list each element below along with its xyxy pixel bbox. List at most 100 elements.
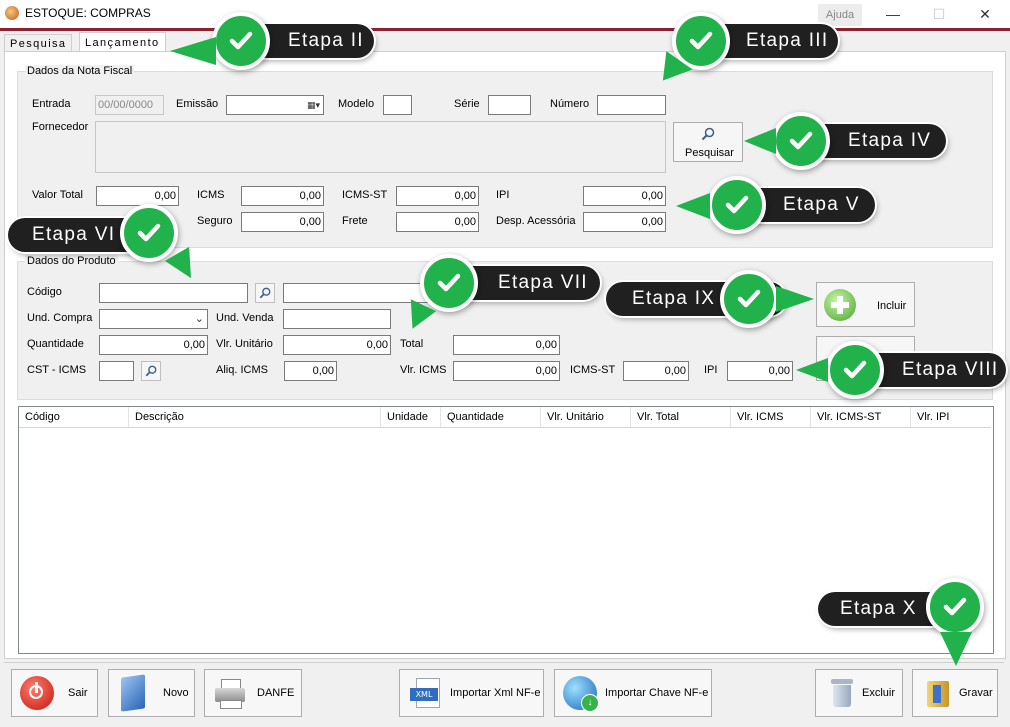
callout-pointer <box>676 193 710 219</box>
sair-button[interactable]: Sair <box>11 669 98 717</box>
emissao-date-picker[interactable]: ▦▾ <box>226 95 324 115</box>
col-quantidade[interactable]: Quantidade <box>441 407 541 427</box>
window-title: ESTOQUE: COMPRAS <box>25 6 151 20</box>
produto-ipi-label: IPI <box>704 364 718 376</box>
col-unidade[interactable]: Unidade <box>381 407 441 427</box>
produto-icms-st-label: ICMS-ST <box>570 364 616 376</box>
xml-file-icon: XML <box>408 676 442 710</box>
maximize-button: ☐ <box>932 5 946 22</box>
close-button[interactable]: ✕ <box>962 0 1008 28</box>
cst-icms-label: CST - ICMS <box>27 364 87 376</box>
seguro-field[interactable]: 0,00 <box>241 212 324 232</box>
desp-acessoria-field[interactable]: 0,00 <box>583 212 666 232</box>
total-field[interactable]: 0,00 <box>453 335 560 355</box>
gravar-label: Gravar <box>959 687 993 699</box>
ipi-label: IPI <box>496 189 510 201</box>
document-icon <box>121 674 145 712</box>
col-descricao[interactable]: Descrição <box>129 407 381 427</box>
und-compra-select[interactable]: ⌄ <box>99 309 208 329</box>
frete-field[interactable]: 0,00 <box>396 212 479 232</box>
vlr-icms-label: Vlr. ICMS <box>400 364 447 376</box>
tab-lancamento[interactable]: Lançamento <box>79 32 166 52</box>
trash-icon <box>824 676 858 710</box>
magnifier-icon <box>259 287 271 299</box>
folder-icon <box>921 676 955 710</box>
minimize-button[interactable]: — <box>870 0 916 28</box>
chevron-down-icon: ⌄ <box>194 313 204 325</box>
produto-icms-st-field[interactable]: 0,00 <box>623 361 689 381</box>
vlr-icms-field[interactable]: 0,00 <box>453 361 560 381</box>
total-label: Total <box>400 338 424 350</box>
check-icon <box>926 578 984 636</box>
col-vlr-unitario[interactable]: Vlr. Unitário <box>541 407 631 427</box>
check-icon <box>708 176 766 234</box>
magnifier-icon <box>145 365 157 377</box>
col-vlr-total[interactable]: Vlr. Total <box>631 407 731 427</box>
fornecedor-field[interactable] <box>95 121 666 173</box>
callout-pointer <box>776 286 814 312</box>
serie-label: Série <box>454 98 480 110</box>
pesquisar-fornecedor-button[interactable]: Pesquisar <box>673 122 743 162</box>
power-icon <box>20 676 54 710</box>
check-icon <box>772 112 830 170</box>
search-codigo-button[interactable] <box>255 283 275 303</box>
tab-pesquisa[interactable]: Pesquisa <box>4 34 73 52</box>
callout-pointer <box>940 632 972 666</box>
entrada-label: Entrada <box>32 98 71 110</box>
calendar-dropdown-icon: ▦▾ <box>306 100 320 110</box>
produto-ipi-field[interactable]: 0,00 <box>727 361 793 381</box>
frete-label: Frete <box>342 215 368 227</box>
cst-icms-field[interactable] <box>99 361 134 381</box>
ipi-field[interactable]: 0,00 <box>583 186 666 206</box>
importar-xml-button[interactable]: XML Importar Xml NF-e <box>399 669 544 717</box>
produto-legend: Dados do Produto <box>25 255 118 267</box>
col-vlr-icms[interactable]: Vlr. ICMS <box>731 407 811 427</box>
icms-field[interactable]: 0,00 <box>241 186 324 206</box>
aliq-icms-field[interactable]: 0,00 <box>284 361 337 381</box>
desp-acessoria-label: Desp. Acessória <box>496 215 576 227</box>
seguro-label: Seguro <box>197 215 233 227</box>
codigo-field[interactable] <box>99 283 248 303</box>
importar-chave-button[interactable]: ↓ Importar Chave NF-e <box>554 669 712 717</box>
check-icon <box>120 204 178 262</box>
numero-field[interactable] <box>597 95 666 115</box>
und-compra-label: Und. Compra <box>27 312 93 324</box>
add-icon <box>824 289 856 321</box>
vlr-unitario-field[interactable]: 0,00 <box>283 335 391 355</box>
icms-st-field[interactable]: 0,00 <box>396 186 479 206</box>
excluir-label: Excluir <box>862 687 896 699</box>
search-cst-button[interactable] <box>141 361 161 381</box>
printer-icon <box>213 676 247 710</box>
danfe-button[interactable]: DANFE <box>204 669 302 717</box>
excluir-button[interactable]: Excluir <box>815 669 903 717</box>
importar-xml-label: Importar Xml NF-e <box>450 687 541 699</box>
col-codigo[interactable]: Código <box>19 407 129 427</box>
callout-pointer <box>744 128 776 154</box>
modelo-label: Modelo <box>338 98 375 110</box>
sair-label: Sair <box>68 687 88 699</box>
modelo-field[interactable] <box>383 95 412 115</box>
novo-button[interactable]: Novo <box>108 669 195 717</box>
valor-total-field[interactable]: 0,00 <box>96 186 179 206</box>
help-menu[interactable]: Ajuda <box>818 4 862 26</box>
icms-label: ICMS <box>197 189 225 201</box>
aliq-icms-label: Aliq. ICMS <box>216 364 268 376</box>
quantidade-field[interactable]: 0,00 <box>99 335 208 355</box>
col-vlr-icms-st[interactable]: Vlr. ICMS-ST <box>811 407 911 427</box>
und-venda-label: Und. Venda <box>216 312 274 324</box>
title-accent-bar <box>0 28 1010 31</box>
entrada-field: 00/00/0000 <box>95 95 164 115</box>
incluir-button[interactable]: Incluir <box>816 282 915 327</box>
icms-st-label: ICMS-ST <box>342 189 388 201</box>
gravar-button[interactable]: Gravar <box>912 669 998 717</box>
und-venda-field[interactable] <box>283 309 391 329</box>
col-vlr-ipi[interactable]: Vlr. IPI <box>911 407 991 427</box>
callout-pointer <box>170 37 216 65</box>
serie-field[interactable] <box>488 95 531 115</box>
check-icon <box>420 254 478 312</box>
codigo-label: Código <box>27 286 62 298</box>
fornecedor-label: Fornecedor <box>32 121 89 133</box>
globe-download-icon: ↓ <box>563 676 599 712</box>
vlr-unitario-label: Vlr. Unitário <box>216 338 273 350</box>
check-icon <box>826 341 884 399</box>
